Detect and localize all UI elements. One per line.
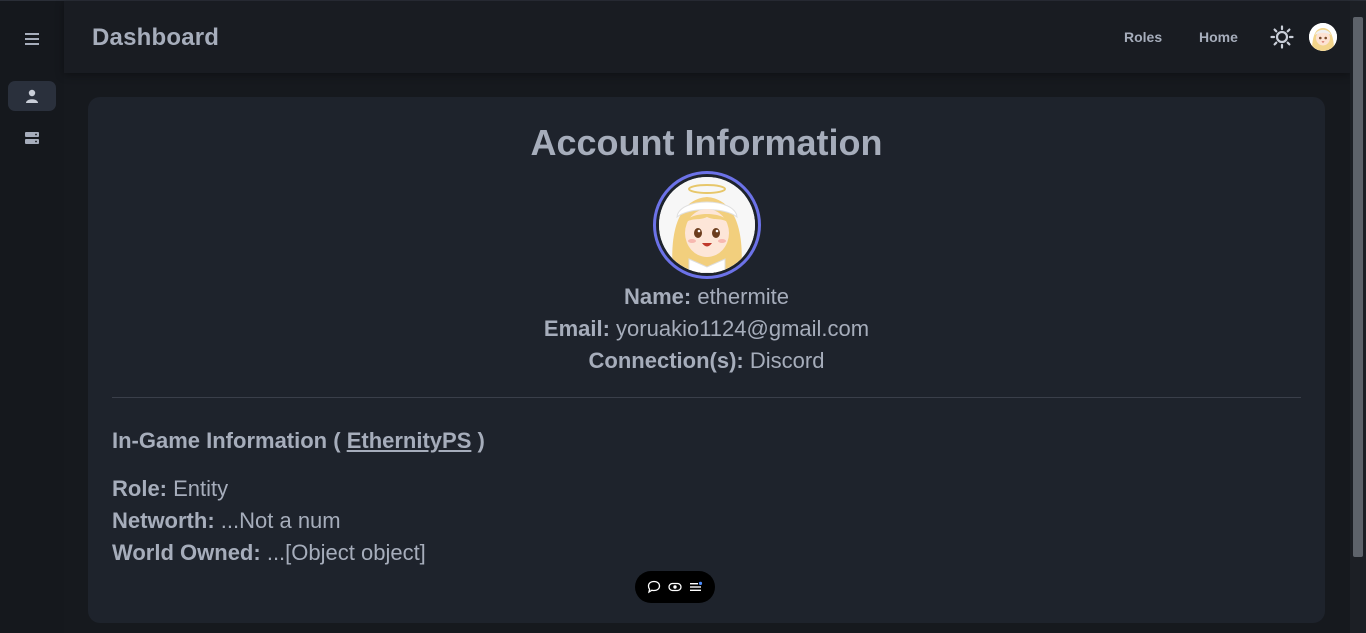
scrollbar-thumb[interactable] (1353, 17, 1363, 557)
connections-row: Connection(s): Discord (88, 348, 1325, 374)
page-scrollbar[interactable] (1350, 1, 1366, 633)
sidebar (0, 1, 64, 633)
profile-avatar-image (659, 177, 755, 273)
world-owned-label: World Owned: (112, 540, 261, 565)
user-icon (26, 89, 38, 103)
nav-link-roles[interactable]: Roles (1124, 29, 1162, 45)
list-icon (690, 581, 703, 591)
chat-bubble-icon (647, 580, 660, 594)
sun-icon (1270, 25, 1294, 49)
in-game-information-heading: In-Game Information ( EthernityPS ) (112, 428, 485, 454)
profile-avatar (653, 171, 761, 279)
hamburger-menu-button[interactable] (16, 25, 48, 53)
avatar-image (1309, 23, 1337, 51)
server-icon (25, 132, 39, 144)
email-label: Email: (543, 316, 610, 341)
sidebar-item-servers[interactable] (8, 123, 56, 153)
world-owned-value: ...[Object object] (266, 540, 426, 565)
connections-label: Connection(s): (588, 348, 744, 373)
eye-icon (668, 582, 682, 592)
list-menu-button[interactable] (688, 579, 704, 595)
visibility-button[interactable] (667, 579, 683, 595)
page-title[interactable]: Dashboard (92, 24, 219, 52)
name-row: Name: ethermite (88, 284, 1325, 310)
networth-value: ...Not a num (220, 508, 341, 533)
in-game-title-suffix: ) (471, 428, 485, 453)
account-information-heading: Account Information (530, 122, 883, 163)
nav-link-home[interactable]: Home (1199, 29, 1238, 45)
menu-icon (25, 33, 39, 45)
sidebar-item-account[interactable] (8, 81, 56, 111)
comment-button[interactable] (646, 579, 662, 595)
server-link[interactable]: EthernityPS (347, 428, 472, 453)
name-value: ethermite (697, 284, 790, 309)
top-navbar: Dashboard Roles Home (64, 1, 1350, 73)
connections-value: Discord (749, 348, 825, 373)
section-divider (112, 397, 1301, 398)
name-label: Name: (623, 284, 692, 309)
email-value: yoruakio1124@gmail.com (616, 316, 870, 341)
world-owned-row: World Owned: ...[Object object] (112, 540, 426, 566)
floating-toolbar (635, 571, 715, 603)
user-avatar-button[interactable] (1309, 23, 1337, 51)
account-card: Account Information Name: ethermite Emai… (88, 97, 1325, 623)
role-label: Role: (112, 476, 167, 501)
email-row: Email: yoruakio1124@gmail.com (88, 316, 1325, 342)
role-row: Role: Entity (112, 476, 228, 502)
networth-row: Networth: ...Not a num (112, 508, 341, 534)
networth-label: Networth: (112, 508, 215, 533)
theme-toggle-button[interactable] (1269, 24, 1295, 50)
in-game-title-prefix: In-Game Information ( (112, 428, 347, 453)
role-value: Entity (173, 476, 229, 501)
